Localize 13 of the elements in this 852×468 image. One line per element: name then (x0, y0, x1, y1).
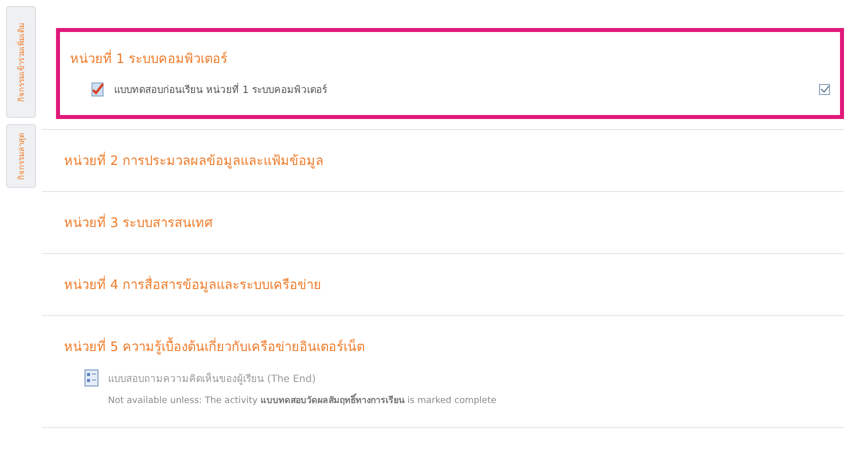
restriction-note: Not available unless: The activity แบบทดสอบวัดผลสัมฤทธิ์ทางการเรียน is marked complete (108, 393, 822, 407)
quiz-icon (90, 81, 106, 97)
side-tab[interactable]: กิจกรรมเข้าร่วมเพิ่มเติม (6, 6, 36, 118)
section-title[interactable]: หน่วยที่ 3 ระบบสารสนเทศ (64, 212, 822, 233)
side-tab[interactable]: กิจกรรมล่าสุด (6, 124, 36, 188)
section-title[interactable]: หน่วยที่ 5 ความรู้เบื้องต้นเกี่ยวกับเครือข่ายอินเตอร์เน็ต (64, 336, 822, 357)
form-icon (84, 369, 100, 387)
section-title[interactable]: หน่วยที่ 2 การประมวลผลข้อมูลและแฟ้มข้อมูล (64, 150, 822, 171)
section-title[interactable]: หน่วยที่ 1 ระบบคอมพิวเตอร์ (70, 48, 830, 69)
activity-link[interactable]: แบบสอบถามความคิดเห็นของผู้เรียน (The End) (108, 370, 822, 386)
activity-link[interactable]: แบบทดสอบก่อนเรียน หน่วยที่ 1 ระบบคอมพิวเตอร์ (114, 82, 811, 96)
section-title[interactable]: หน่วยที่ 4 การสื่อสารข้อมูลและระบบเครือข่าย (64, 274, 822, 295)
completion-checkbox[interactable] (819, 84, 830, 94)
